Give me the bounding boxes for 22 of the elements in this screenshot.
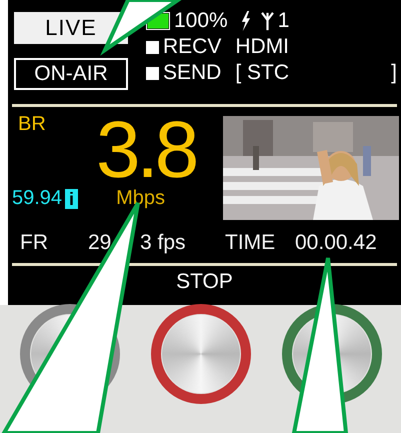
antenna-count: 1 [278, 9, 290, 33]
hardware-button[interactable] [150, 304, 250, 404]
send-value: [ STC [235, 61, 290, 85]
time-label: TIME [225, 231, 276, 255]
antenna-icon [260, 11, 274, 31]
bracket: ] [391, 61, 397, 85]
battery-reading: 100% [174, 9, 228, 33]
frame-rate-value: 3 fps [140, 231, 186, 255]
send-label: SEND [163, 61, 222, 85]
frame-rate-value: 29 [88, 231, 112, 255]
recording-state: STOP [175, 270, 234, 294]
lightning-icon [240, 11, 251, 31]
on-air-indicator: ON-AIR [14, 58, 128, 90]
recv-value: HDMI [235, 35, 290, 59]
square-icon [146, 40, 159, 54]
frame-rate: 59.94 [12, 187, 62, 210]
bitrate-label: BR [18, 113, 46, 136]
time-value: 00.00.42 [295, 231, 377, 255]
scan-badge: i [65, 188, 78, 208]
recv-label: RECV [163, 35, 222, 59]
frame-rate-label: FR [20, 231, 48, 255]
square-icon [146, 66, 159, 80]
